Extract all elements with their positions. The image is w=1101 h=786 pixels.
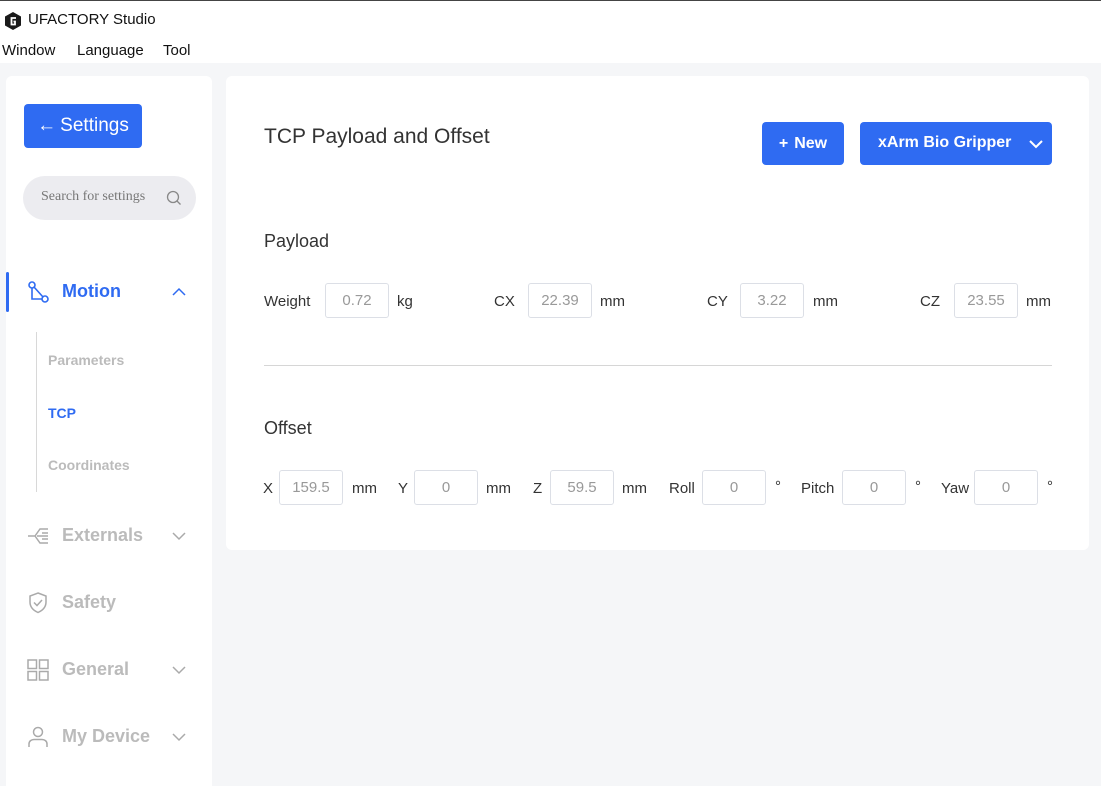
new-profile-button[interactable]: + New xyxy=(762,122,844,165)
sidebar-item-label: General xyxy=(62,659,130,679)
subnav-guide-line xyxy=(36,332,37,492)
pitch-unit: ° xyxy=(915,478,921,495)
search-icon[interactable] xyxy=(165,189,183,207)
back-button-label: Settings xyxy=(60,115,129,136)
roll-unit: ° xyxy=(775,478,781,495)
cz-label: CZ xyxy=(920,293,940,310)
y-input[interactable] xyxy=(414,470,478,505)
pitch-label: Pitch xyxy=(801,480,835,497)
yaw-label: Yaw xyxy=(941,480,970,497)
search-input[interactable] xyxy=(41,189,163,205)
menu-tool[interactable]: Tool xyxy=(163,42,191,59)
sidebar-item-label: My Device xyxy=(62,726,151,746)
section-divider xyxy=(264,365,1052,366)
back-to-settings-button[interactable]: ← Settings xyxy=(24,104,142,148)
tcp-settings-card: TCP Payload and Offset + New xArm Bio Gr… xyxy=(226,76,1089,550)
yaw-unit: ° xyxy=(1047,478,1053,495)
settings-search xyxy=(23,176,196,220)
app-title: UFACTORY Studio xyxy=(28,11,156,28)
shield-icon xyxy=(29,592,47,614)
y-label: Y xyxy=(398,480,409,497)
subnav-item-tcp[interactable]: TCP xyxy=(48,405,76,421)
sidebar-item-externals[interactable]: Externals xyxy=(6,516,212,556)
z-input[interactable] xyxy=(550,470,614,505)
z-label: Z xyxy=(533,480,543,497)
menu-language[interactable]: Language xyxy=(77,42,144,59)
externals-icon xyxy=(28,528,48,544)
tcp-profile-select[interactable]: xArm Bio Gripper xyxy=(860,122,1052,165)
title-bar: UFACTORY Studio xyxy=(0,1,1101,39)
settings-sidebar: ← Settings Motion Parameters TCP Coordin… xyxy=(6,76,212,786)
cz-input[interactable] xyxy=(954,283,1018,318)
yaw-input[interactable] xyxy=(974,470,1038,505)
chevron-down-icon[interactable] xyxy=(171,662,187,678)
weight-unit: kg xyxy=(397,293,413,310)
offset-section-title: Offset xyxy=(264,418,312,438)
grid-icon xyxy=(27,659,49,681)
subnav-item-parameters[interactable]: Parameters xyxy=(48,352,124,368)
cx-input[interactable] xyxy=(528,283,592,318)
x-input[interactable] xyxy=(279,470,343,505)
sidebar-item-label: Externals xyxy=(62,525,144,545)
motion-icon xyxy=(28,281,49,303)
sidebar-item-label: Safety xyxy=(62,592,117,612)
menu-window[interactable]: Window xyxy=(2,42,55,59)
y-unit: mm xyxy=(486,480,511,497)
active-indicator xyxy=(6,272,9,312)
sidebar-item-motion[interactable]: Motion xyxy=(6,272,212,312)
sidebar-item-my-device[interactable]: My Device xyxy=(6,717,212,757)
chevron-up-icon[interactable] xyxy=(171,284,187,300)
payload-section-title: Payload xyxy=(264,231,330,251)
arrow-left-icon: ← xyxy=(37,115,57,136)
z-unit: mm xyxy=(622,480,647,497)
sidebar-item-label: Motion xyxy=(62,281,121,301)
ufactory-logo-icon xyxy=(5,12,21,30)
cx-label: CX xyxy=(494,293,515,310)
chevron-down-icon xyxy=(1029,140,1043,149)
x-label: X xyxy=(263,480,274,497)
subnav-item-coordinates[interactable]: Coordinates xyxy=(48,457,130,473)
menu-bar: Window Language Tool xyxy=(0,39,1101,63)
user-icon xyxy=(28,726,48,747)
x-unit: mm xyxy=(352,480,377,497)
chevron-down-icon[interactable] xyxy=(171,729,187,745)
sidebar-item-safety[interactable]: Safety xyxy=(6,583,212,623)
cx-unit: mm xyxy=(600,293,625,310)
roll-input[interactable] xyxy=(702,470,766,505)
selected-profile: xArm Bio Gripper xyxy=(878,134,1012,151)
sidebar-item-general[interactable]: General xyxy=(6,650,212,690)
pitch-input[interactable] xyxy=(842,470,906,505)
chevron-down-icon[interactable] xyxy=(171,528,187,544)
cz-unit: mm xyxy=(1026,293,1051,310)
page-title: TCP Payload and Offset xyxy=(264,125,490,148)
weight-input[interactable] xyxy=(325,283,389,318)
cy-input[interactable] xyxy=(740,283,804,318)
plus-icon: + xyxy=(778,134,789,152)
cy-unit: mm xyxy=(813,293,838,310)
new-button-label: New xyxy=(794,134,828,152)
weight-label: Weight xyxy=(264,293,311,310)
roll-label: Roll xyxy=(669,480,695,497)
cy-label: CY xyxy=(707,293,728,310)
